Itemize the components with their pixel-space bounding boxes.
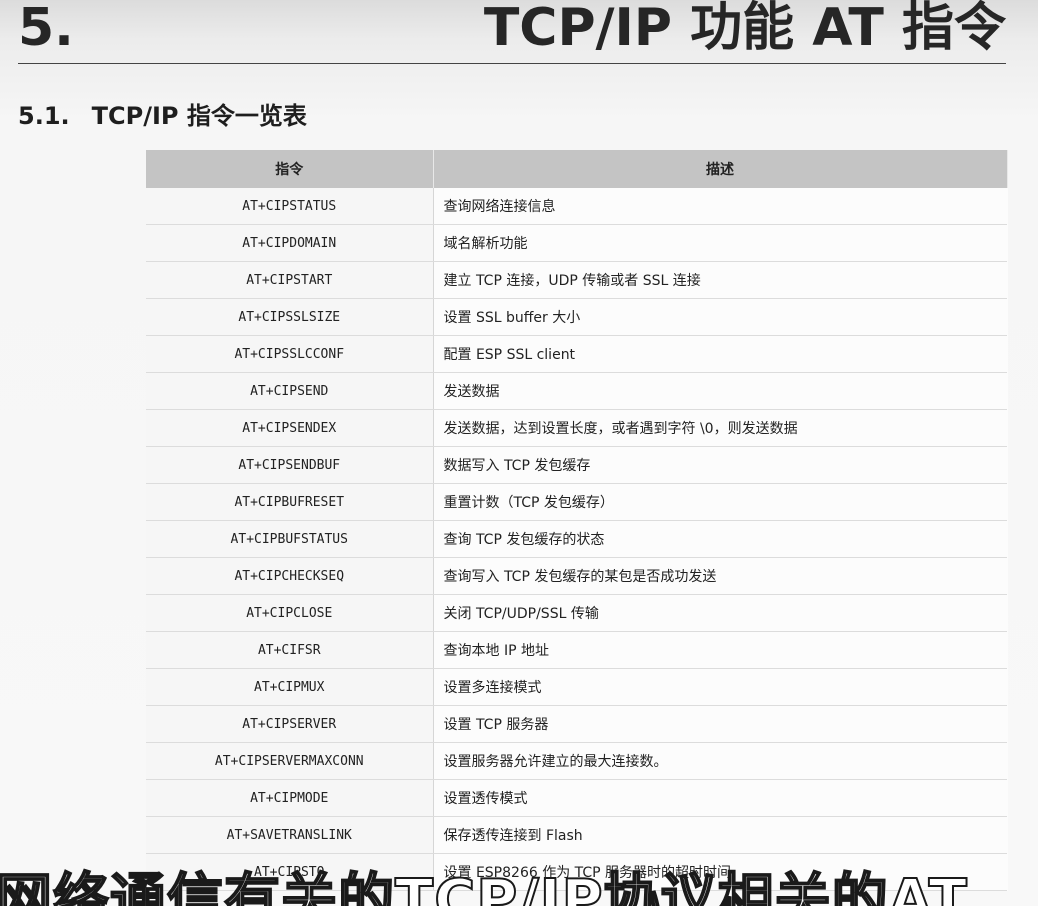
command-cell: AT+CIPSSLSIZE <box>146 298 434 336</box>
table-header-row: 指令 描述 <box>146 150 1008 188</box>
command-cell: AT+CIFSR <box>146 631 434 669</box>
description-cell: 查询本地 IP 地址 <box>433 631 1007 669</box>
description-cell: 保存透传连接到 Flash <box>433 816 1007 854</box>
table-row: AT+CIPSERVERMAXCONN 设置服务器允许建立的最大连接数。 <box>146 742 1007 780</box>
command-cell: AT+CIPDOMAIN <box>146 224 434 262</box>
description-cell: 关闭 TCP/UDP/SSL 传输 <box>433 594 1007 632</box>
description-cell: 发送数据，达到设置长度，或者遇到字符 \0，则发送数据 <box>433 409 1007 447</box>
description-cell: 建立 TCP 连接，UDP 传输或者 SSL 连接 <box>433 261 1007 299</box>
command-cell: AT+CIPMUX <box>146 668 434 706</box>
table-row: AT+CIPSERVER 设置 TCP 服务器 <box>146 705 1007 743</box>
description-cell: 设置 SSL buffer 大小 <box>433 298 1007 336</box>
description-cell: 查询 TCP 发包缓存的状态 <box>433 520 1007 558</box>
description-cell: 设置服务器允许建立的最大连接数。 <box>433 742 1007 780</box>
description-cell: 设置多连接模式 <box>433 668 1007 706</box>
command-cell: AT+CIPSENDEX <box>146 409 434 447</box>
command-cell: AT+CIPCHECKSEQ <box>146 557 434 595</box>
table-row: AT+SAVETRANSLINK 保存透传连接到 Flash <box>146 816 1007 854</box>
description-cell: 发送数据 <box>433 372 1007 410</box>
table-row: AT+CIPMODE 设置透传模式 <box>146 779 1007 817</box>
document-page: 5. TCP/IP 功能 AT 指令 5.1. TCP/IP 指令一览表 指令 描… <box>0 0 1038 906</box>
description-cell: 域名解析功能 <box>433 224 1007 262</box>
chapter-divider <box>18 63 1006 64</box>
command-cell: AT+CIPSTART <box>146 261 434 299</box>
command-cell: AT+CIPCLOSE <box>146 594 434 632</box>
command-cell: AT+CIPBUFRESET <box>146 483 434 521</box>
table-body: AT+CIPSTATUS 查询网络连接信息 AT+CIPDOMAIN 域名解析功能 AT… <box>146 188 1007 891</box>
table-row: AT+CIPDOMAIN 域名解析功能 <box>146 224 1007 262</box>
section-number: 5.1. <box>18 102 70 130</box>
chapter-title: TCP/IP 功能 AT 指令 <box>483 0 1006 58</box>
description-cell: 查询网络连接信息 <box>433 188 1007 225</box>
command-cell: AT+CIPMODE <box>146 779 434 817</box>
section-title: TCP/IP 指令一览表 <box>91 102 307 130</box>
description-cell: 配置 ESP SSL client <box>433 335 1007 373</box>
command-cell: AT+CIPSTATUS <box>146 188 434 225</box>
command-cell: AT+CIPSEND <box>146 372 434 410</box>
table-row: AT+CIPSTATUS 查询网络连接信息 <box>146 188 1007 225</box>
table-row: AT+CIPSEND 发送数据 <box>146 372 1007 410</box>
description-cell: 重置计数（TCP 发包缓存） <box>433 483 1007 521</box>
description-cell: 设置 TCP 服务器 <box>433 705 1007 743</box>
table-row: AT+CIPSSLCCONF 配置 ESP SSL client <box>146 335 1007 373</box>
column-header-description: 描述 <box>433 150 1008 188</box>
description-cell: 查询写入 TCP 发包缓存的某包是否成功发送 <box>433 557 1007 595</box>
table-row: AT+CIPSENDBUF 数据写入 TCP 发包缓存 <box>146 446 1007 484</box>
table-row: AT+CIPSTART 建立 TCP 连接，UDP 传输或者 SSL 连接 <box>146 261 1007 299</box>
command-cell: AT+CIPBUFSTATUS <box>146 520 434 558</box>
table-row: AT+CIPSSLSIZE 设置 SSL buffer 大小 <box>146 298 1007 336</box>
table-row: AT+CIPMUX 设置多连接模式 <box>146 668 1007 706</box>
table-row: AT+CIPBUFRESET 重置计数（TCP 发包缓存） <box>146 483 1007 521</box>
column-header-command: 指令 <box>146 150 434 188</box>
command-cell: AT+CIPSERVERMAXCONN <box>146 742 434 780</box>
chapter-number: 5. <box>18 0 74 58</box>
command-cell: AT+CIPSSLCCONF <box>146 335 434 373</box>
table-row: AT+CIPSENDEX 发送数据，达到设置长度，或者遇到字符 \0，则发送数据 <box>146 409 1007 447</box>
table-row: AT+CIFSR 查询本地 IP 地址 <box>146 631 1007 669</box>
table-row: AT+CIPCHECKSEQ 查询写入 TCP 发包缓存的某包是否成功发送 <box>146 557 1007 595</box>
section-heading: 5.1. TCP/IP 指令一览表 <box>18 96 307 131</box>
description-cell: 设置透传模式 <box>433 779 1007 817</box>
command-cell: AT+SAVETRANSLINK <box>146 816 434 854</box>
command-cell: AT+CIPSENDBUF <box>146 446 434 484</box>
table-row: AT+CIPCLOSE 关闭 TCP/UDP/SSL 传输 <box>146 594 1007 632</box>
description-cell: 数据写入 TCP 发包缓存 <box>433 446 1007 484</box>
command-table: 指令 描述 AT+CIPSTATUS 查询网络连接信息 AT+CIPDOMAIN 域名… <box>146 150 1008 891</box>
table-row: AT+CIPBUFSTATUS 查询 TCP 发包缓存的状态 <box>146 520 1007 558</box>
video-subtitle: 网络通信有关的TCP/IP协议相关的AT <box>0 867 968 906</box>
command-cell: AT+CIPSERVER <box>146 705 434 743</box>
